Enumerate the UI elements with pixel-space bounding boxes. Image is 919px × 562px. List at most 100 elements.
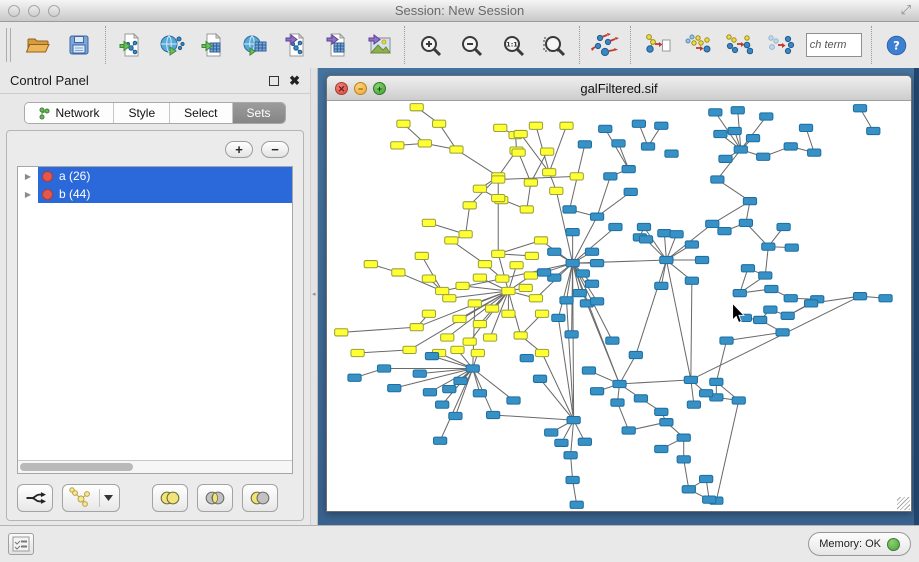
blue-node[interactable] <box>552 314 565 321</box>
yellow-node[interactable] <box>410 324 423 331</box>
yellow-node[interactable] <box>351 349 364 356</box>
zoom-in-button[interactable] <box>414 27 446 63</box>
blue-node[interactable] <box>765 285 778 292</box>
blue-node[interactable] <box>566 476 579 483</box>
set-row[interactable]: ▶b (44) <box>18 185 292 203</box>
yellow-node[interactable] <box>525 252 538 259</box>
yellow-node[interactable] <box>492 250 505 257</box>
yellow-node[interactable] <box>492 176 505 183</box>
split-sets-button[interactable] <box>17 484 53 512</box>
blue-node[interactable] <box>611 399 624 406</box>
blue-node[interactable] <box>560 297 573 304</box>
memory-status-button[interactable]: Memory: OK <box>808 532 911 556</box>
yellow-node[interactable] <box>403 346 416 353</box>
export-network-button[interactable] <box>280 27 312 63</box>
blue-node[interactable] <box>808 149 821 156</box>
blue-node[interactable] <box>734 146 747 153</box>
blue-node[interactable] <box>425 352 438 359</box>
blue-node[interactable] <box>700 475 713 482</box>
tab-select[interactable]: Select <box>170 103 232 123</box>
blue-node[interactable] <box>454 377 467 384</box>
toolbar-drag-handle[interactable] <box>6 28 11 62</box>
fullscreen-icon[interactable]: ⤢ <box>901 2 911 18</box>
yellow-node[interactable] <box>443 295 456 302</box>
yellow-node[interactable] <box>529 122 542 129</box>
yellow-node[interactable] <box>478 261 491 268</box>
blue-node[interactable] <box>655 122 668 129</box>
blue-node[interactable] <box>576 270 589 277</box>
yellow-node[interactable] <box>496 275 509 282</box>
union-button[interactable] <box>152 484 188 512</box>
blue-node[interactable] <box>573 289 586 296</box>
blue-node[interactable] <box>466 365 479 372</box>
yellow-node[interactable] <box>502 310 515 317</box>
blue-node[interactable] <box>677 456 690 463</box>
blue-node[interactable] <box>719 155 732 162</box>
blue-node[interactable] <box>660 256 673 263</box>
tab-style[interactable]: Style <box>114 103 170 123</box>
add-set-button[interactable]: + <box>225 141 253 158</box>
blue-node[interactable] <box>660 419 673 426</box>
yellow-node[interactable] <box>519 284 532 291</box>
blue-node[interactable] <box>443 386 456 393</box>
blue-node[interactable] <box>741 265 754 272</box>
blue-node[interactable] <box>578 438 591 445</box>
yellow-node[interactable] <box>485 305 498 312</box>
blue-node[interactable] <box>703 496 716 503</box>
blue-node[interactable] <box>728 127 741 134</box>
blue-node[interactable] <box>711 176 724 183</box>
blue-node[interactable] <box>655 282 668 289</box>
blue-node[interactable] <box>585 248 598 255</box>
blue-node[interactable] <box>590 213 603 220</box>
horizontal-scrollbar[interactable] <box>18 460 292 473</box>
blue-node[interactable] <box>776 329 789 336</box>
yellow-node[interactable] <box>453 315 466 322</box>
yellow-node[interactable] <box>468 300 481 307</box>
blue-node[interactable] <box>413 370 426 377</box>
blue-node[interactable] <box>423 389 436 396</box>
blue-node[interactable] <box>634 395 647 402</box>
yellow-node[interactable] <box>450 146 463 153</box>
task-history-button[interactable] <box>8 533 34 555</box>
blue-node[interactable] <box>548 248 561 255</box>
yellow-node[interactable] <box>451 346 464 353</box>
yellow-node[interactable] <box>463 202 476 209</box>
blue-node[interactable] <box>700 390 713 397</box>
yellow-node[interactable] <box>543 169 556 176</box>
yellow-node[interactable] <box>463 338 476 345</box>
blue-node[interactable] <box>777 223 790 230</box>
yellow-node[interactable] <box>422 219 435 226</box>
blue-node[interactable] <box>566 229 579 236</box>
blue-node[interactable] <box>563 206 576 213</box>
blue-node[interactable] <box>590 260 603 267</box>
expand-arrow-icon[interactable]: ▶ <box>18 185 38 203</box>
blue-node[interactable] <box>637 223 650 230</box>
expand-arrow-icon[interactable]: ▶ <box>18 167 38 185</box>
blue-node[interactable] <box>759 272 772 279</box>
blue-node[interactable] <box>733 289 746 296</box>
blue-node[interactable] <box>624 188 637 195</box>
blue-node[interactable] <box>804 300 817 307</box>
blue-node[interactable] <box>348 374 361 381</box>
blue-node[interactable] <box>520 355 533 362</box>
network-canvas[interactable] <box>327 101 911 511</box>
close-panel-icon[interactable]: ✖ <box>289 73 300 89</box>
blue-node[interactable] <box>879 295 892 302</box>
yellow-node[interactable] <box>335 329 348 336</box>
blue-node[interactable] <box>685 277 698 284</box>
yellow-node[interactable] <box>436 287 449 294</box>
blue-node[interactable] <box>695 256 708 263</box>
hide-selected-button[interactable] <box>764 27 796 63</box>
blue-node[interactable] <box>682 486 695 493</box>
blue-node[interactable] <box>590 388 603 395</box>
save-button[interactable] <box>63 27 95 63</box>
import-table-button[interactable] <box>197 27 229 63</box>
yellow-node[interactable] <box>550 187 563 194</box>
network-from-selection-button[interactable] <box>640 27 672 63</box>
apply-layout-button[interactable] <box>589 27 621 63</box>
blue-node[interactable] <box>564 452 577 459</box>
yellow-node[interactable] <box>510 262 523 269</box>
blue-node[interactable] <box>566 260 579 267</box>
blue-node[interactable] <box>570 501 583 508</box>
blue-node[interactable] <box>799 124 812 131</box>
